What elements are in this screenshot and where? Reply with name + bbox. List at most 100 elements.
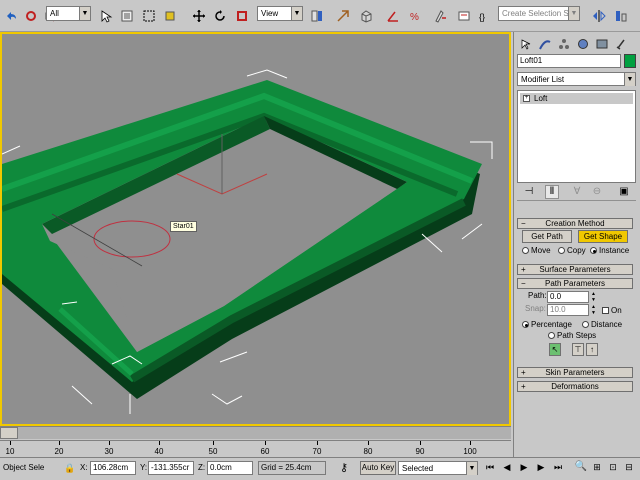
next-shape-icon[interactable]: ↑ — [586, 343, 598, 356]
percentage-radio[interactable]: Percentage — [522, 320, 572, 329]
zoom-extents-all-icon[interactable]: ⊟ — [622, 459, 636, 475]
angle-snap-icon[interactable] — [384, 6, 402, 26]
modify-tab-icon[interactable] — [536, 35, 554, 53]
stack-item-loft[interactable]: + Loft — [520, 93, 633, 104]
goto-start-icon[interactable]: ⏮ — [483, 459, 497, 475]
snap-spinner[interactable]: ▲ ▼ — [590, 304, 597, 316]
goto-end-icon[interactable]: ⏭ — [551, 459, 565, 475]
z-coord-field[interactable]: 0.0cm — [207, 461, 253, 475]
show-end-result-icon[interactable]: Ⅱ — [545, 185, 559, 199]
surface-parameters-rollout[interactable]: + Surface Parameters — [517, 264, 633, 275]
svg-text:%: % — [410, 12, 419, 23]
viewport-scene — [2, 69, 493, 414]
path-steps-radio[interactable]: Path Steps — [548, 331, 596, 340]
set-key-icon[interactable]: ⚷ — [333, 460, 355, 476]
reference-coord[interactable]: View ▼ — [257, 6, 303, 21]
selection-filter[interactable]: All ▼ — [46, 6, 91, 21]
distance-radio[interactable]: Distance — [582, 320, 622, 329]
skin-parameters-rollout[interactable]: + Skin Parameters — [517, 367, 633, 378]
path-field[interactable]: 0.0 — [547, 291, 589, 303]
next-frame-icon[interactable]: ▶ — [534, 459, 548, 475]
utilities-tab-icon[interactable] — [612, 35, 630, 53]
trackbar-ruler[interactable]: 10 20 30 40 50 60 70 80 90 100 — [0, 440, 511, 457]
main-toolbar: All ▼ View ▼ % {} Create Selection Set ▼ — [0, 0, 640, 32]
stack-toolbar: ⊣ Ⅱ ∀ ⊖ ▣ — [517, 185, 636, 201]
time-slider-track[interactable] — [0, 426, 511, 439]
pivot-center-icon[interactable] — [308, 6, 326, 26]
key-filter-select[interactable]: Selected ▼ — [398, 461, 478, 475]
x-coord-field[interactable]: 106.28cm — [90, 461, 136, 475]
ruler-tick: 30 — [104, 447, 114, 456]
ruler-tick: 20 — [54, 447, 64, 456]
prev-frame-icon[interactable]: ◀ — [500, 459, 514, 475]
x-label: X: — [80, 463, 88, 472]
select-manipulate-icon[interactable] — [334, 6, 352, 26]
remove-modifier-icon[interactable]: ⊖ — [590, 185, 604, 199]
snap-field[interactable]: 10.0 — [547, 304, 589, 316]
ruler-tick: 40 — [154, 447, 164, 456]
move-radio[interactable]: Move — [522, 246, 551, 255]
auto-key-button[interactable]: Auto Key — [360, 461, 396, 475]
named-selection[interactable]: Create Selection Set ▼ — [498, 6, 580, 21]
perspective-viewport[interactable]: Star01 — [0, 32, 511, 426]
pin-stack-icon[interactable]: ⊣ — [522, 185, 536, 199]
configure-sets-icon[interactable]: ▣ — [617, 185, 631, 199]
selection-mode: Object Sele — [3, 463, 45, 472]
redo-icon[interactable] — [22, 6, 40, 26]
window-crossing-icon[interactable] — [161, 6, 179, 26]
object-color-swatch[interactable] — [624, 54, 636, 68]
time-slider[interactable] — [0, 427, 18, 439]
get-path-button[interactable]: Get Path — [522, 230, 572, 243]
lock-selection-icon[interactable]: 🔒 — [63, 460, 77, 476]
grid-size: Grid = 25.4cm — [258, 461, 326, 475]
zoom-all-icon[interactable]: ⊞ — [590, 459, 604, 475]
undo-icon[interactable] — [2, 6, 20, 26]
get-shape-button[interactable]: Get Shape — [578, 230, 628, 243]
y-coord-field[interactable]: -131.355cr — [148, 461, 194, 475]
deformations-rollout[interactable]: + Deformations — [517, 381, 633, 392]
ruler-tick: 10 — [5, 447, 15, 456]
play-icon[interactable]: ▶ — [517, 459, 531, 475]
hierarchy-tab-icon[interactable] — [555, 35, 573, 53]
object-name-field[interactable]: Loft01 — [517, 54, 621, 68]
previous-shape-icon[interactable]: ⊤ — [572, 343, 584, 356]
creation-method-rollout[interactable]: − Creation Method — [517, 218, 633, 229]
ruler-tick: 60 — [260, 447, 270, 456]
mirror-icon[interactable] — [590, 6, 608, 26]
ruler-tick: 50 — [208, 447, 218, 456]
ruler-tick: 100 — [463, 447, 477, 456]
ruler-tick: 80 — [363, 447, 373, 456]
snap-3d-icon[interactable] — [357, 6, 375, 26]
expand-icon[interactable]: + — [523, 95, 530, 102]
rotate-icon[interactable] — [211, 6, 229, 26]
make-unique-icon[interactable]: ∀ — [570, 185, 584, 199]
copy-radio[interactable]: Copy — [558, 246, 586, 255]
rect-selection-icon[interactable] — [140, 6, 158, 26]
status-bar: Object Sele 🔒 X: 106.28cm Y: -131.355cr … — [0, 457, 640, 480]
snap-on-checkbox[interactable]: On — [602, 306, 622, 315]
named-selection-edit-icon[interactable] — [455, 6, 473, 26]
zoom-extents-icon[interactable]: ⊡ — [606, 459, 620, 475]
select-object-icon[interactable] — [97, 6, 115, 26]
modifier-stack[interactable]: + Loft — [517, 90, 636, 183]
scale-icon[interactable] — [233, 6, 251, 26]
path-spinner[interactable]: ▲ ▼ — [590, 291, 597, 303]
named-sets-icon[interactable]: {} — [476, 6, 494, 26]
zoom-icon[interactable]: 🔍 — [574, 459, 588, 475]
display-tab-icon[interactable] — [593, 35, 611, 53]
align-icon[interactable] — [612, 6, 630, 26]
instance-radio[interactable]: Instance — [590, 246, 629, 255]
path-parameters-rollout[interactable]: − Path Parameters — [517, 278, 633, 289]
create-tab-icon[interactable] — [517, 35, 535, 53]
spinner-snap-icon[interactable] — [431, 6, 449, 26]
modifier-list-select[interactable]: Modifier List ▼ — [517, 72, 636, 86]
motion-tab-icon[interactable] — [574, 35, 592, 53]
ruler-tick: 70 — [312, 447, 322, 456]
snap-label: Snap: — [525, 304, 546, 313]
stack-item-label: Loft — [534, 94, 548, 103]
select-by-name-icon[interactable] — [118, 6, 136, 26]
pick-shape-icon[interactable]: ↖ — [549, 343, 561, 356]
ruler-tick: 90 — [415, 447, 425, 456]
percent-snap-icon[interactable]: % — [407, 6, 425, 26]
move-icon[interactable] — [190, 6, 208, 26]
